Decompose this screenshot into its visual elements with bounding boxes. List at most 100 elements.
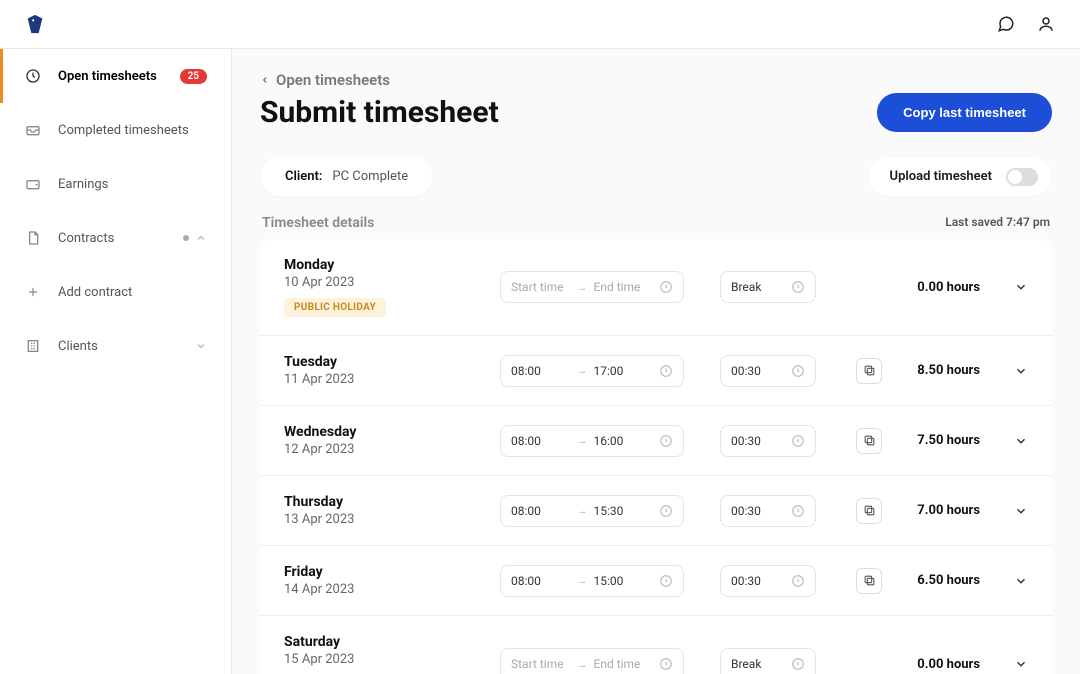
break-value: 00:30 <box>731 504 785 518</box>
day-info: Wednesday 12 Apr 2023 <box>284 424 484 457</box>
copy-row-button[interactable] <box>856 428 882 454</box>
nav-earnings[interactable]: Earnings <box>0 157 231 211</box>
end-time-value: 16:00 <box>594 434 654 448</box>
client-value: PC Complete <box>332 169 408 184</box>
copy-row-button[interactable] <box>856 498 882 524</box>
upload-toggle[interactable] <box>1006 168 1038 186</box>
expand-row-button[interactable] <box>1014 574 1030 588</box>
chevron-up-icon <box>195 232 207 244</box>
nav-open-timesheets[interactable]: Open timesheets 25 <box>0 49 231 103</box>
plus-icon <box>24 283 42 301</box>
clock-icon <box>24 67 42 85</box>
copy-row-button[interactable] <box>856 358 882 384</box>
day-date: 13 Apr 2023 <box>284 512 484 527</box>
day-info: Tuesday 11 Apr 2023 <box>284 354 484 387</box>
day-info: Thursday 13 Apr 2023 <box>284 494 484 527</box>
day-name: Monday <box>284 257 484 273</box>
start-time-value: 08:00 <box>511 574 571 588</box>
time-range-input[interactable]: Start time → End time <box>500 648 684 674</box>
hours-total: 0.00 hours <box>898 280 980 295</box>
hours-total: 7.00 hours <box>898 503 980 518</box>
day-row: Saturday 15 Apr 2023 WEEKEND Start time … <box>260 616 1052 674</box>
hours-total: 8.50 hours <box>898 363 980 378</box>
inbox-icon <box>24 121 42 139</box>
day-date: 10 Apr 2023 <box>284 275 484 290</box>
timesheet-table: Monday 10 Apr 2023 PUBLIC HOLIDAY Start … <box>260 239 1052 674</box>
arrow-right-icon: → <box>577 281 588 294</box>
expand-row-button[interactable] <box>1014 364 1030 378</box>
expand-row-button[interactable] <box>1014 504 1030 518</box>
copy-row-button[interactable] <box>856 568 882 594</box>
nav-clients[interactable]: Clients <box>0 319 231 373</box>
time-range-input[interactable]: 08:00 → 16:00 <box>500 425 684 457</box>
nav-contracts[interactable]: Contracts <box>0 211 231 265</box>
nav-label: Add contract <box>58 285 132 300</box>
break-input[interactable]: Break <box>720 271 816 303</box>
breadcrumb[interactable]: Open timesheets <box>260 71 1052 89</box>
day-name: Friday <box>284 564 484 580</box>
client-label: Client: <box>285 169 322 184</box>
start-time-value: 08:00 <box>511 434 571 448</box>
break-input[interactable]: 00:30 <box>720 565 816 597</box>
nav-label: Earnings <box>58 177 108 192</box>
time-range-input[interactable]: 08:00 → 15:30 <box>500 495 684 527</box>
upload-label: Upload timesheet <box>890 169 992 184</box>
time-range-input[interactable]: 08:00 → 15:00 <box>500 565 684 597</box>
arrow-right-icon: → <box>577 434 588 447</box>
day-name: Thursday <box>284 494 484 510</box>
day-row: Wednesday 12 Apr 2023 08:00 → 16:00 00:3… <box>260 406 1052 476</box>
start-time-value: 08:00 <box>511 504 571 518</box>
status-dot-icon <box>183 235 189 241</box>
expand-row-button[interactable] <box>1014 280 1030 294</box>
building-icon <box>24 337 42 355</box>
day-info: Monday 10 Apr 2023 PUBLIC HOLIDAY <box>284 257 484 317</box>
break-value: 00:30 <box>731 434 785 448</box>
time-range-input[interactable]: Start time → End time <box>500 271 684 303</box>
break-value: 00:30 <box>731 574 785 588</box>
sidebar: Open timesheets 25 Completed timesheets … <box>0 49 232 674</box>
break-input[interactable]: 00:30 <box>720 495 816 527</box>
day-row: Thursday 13 Apr 2023 08:00 → 15:30 00:30… <box>260 476 1052 546</box>
client-pill: Client: PC Complete <box>260 156 433 197</box>
time-range-input[interactable]: 08:00 → 17:00 <box>500 355 684 387</box>
nav-label: Open timesheets <box>58 69 157 84</box>
chat-icon[interactable] <box>996 14 1016 34</box>
day-info: Friday 14 Apr 2023 <box>284 564 484 597</box>
day-row: Monday 10 Apr 2023 PUBLIC HOLIDAY Start … <box>260 239 1052 336</box>
open-count-badge: 25 <box>180 69 207 84</box>
page-title: Submit timesheet <box>260 95 499 130</box>
day-name: Wednesday <box>284 424 484 440</box>
details-label: Timesheet details <box>262 215 374 231</box>
nav-label: Contracts <box>58 231 114 246</box>
chevron-left-icon <box>260 75 270 85</box>
document-icon <box>24 229 42 247</box>
end-time-value: 15:30 <box>594 504 654 518</box>
break-placeholder: Break <box>731 657 785 671</box>
day-name: Saturday <box>284 634 484 650</box>
user-icon[interactable] <box>1036 14 1056 34</box>
break-input[interactable]: Break <box>720 648 816 674</box>
end-time-placeholder: End time <box>594 657 654 671</box>
hours-total: 6.50 hours <box>898 573 980 588</box>
break-input[interactable]: 00:30 <box>720 355 816 387</box>
breadcrumb-label: Open timesheets <box>276 71 390 89</box>
start-time-value: 08:00 <box>511 364 571 378</box>
expand-row-button[interactable] <box>1014 657 1030 671</box>
chevron-down-icon <box>195 340 207 352</box>
nav-add-contract[interactable]: Add contract <box>0 265 231 319</box>
day-date: 12 Apr 2023 <box>284 442 484 457</box>
last-saved: Last saved 7:47 pm <box>945 215 1050 231</box>
break-placeholder: Break <box>731 280 785 294</box>
break-value: 00:30 <box>731 364 785 378</box>
break-input[interactable]: 00:30 <box>720 425 816 457</box>
day-name: Tuesday <box>284 354 484 370</box>
arrow-right-icon: → <box>577 658 588 671</box>
expand-row-button[interactable] <box>1014 434 1030 448</box>
topbar <box>0 0 1080 49</box>
arrow-right-icon: → <box>577 364 588 377</box>
copy-last-timesheet-button[interactable]: Copy last timesheet <box>877 93 1052 132</box>
hours-total: 7.50 hours <box>898 433 980 448</box>
day-date: 11 Apr 2023 <box>284 372 484 387</box>
nav-completed-timesheets[interactable]: Completed timesheets <box>0 103 231 157</box>
day-date: 14 Apr 2023 <box>284 582 484 597</box>
